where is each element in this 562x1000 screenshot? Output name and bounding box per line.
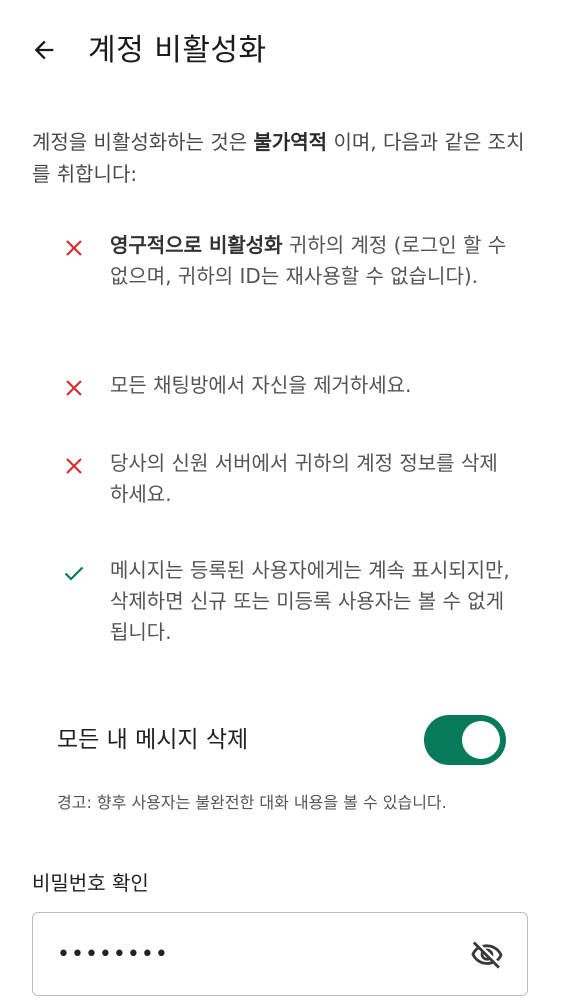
password-field (32, 912, 528, 996)
delete-messages-row: 모든 내 메시지 삭제 (0, 712, 562, 770)
top-app-bar: 계정 비활성화 (0, 0, 562, 104)
delete-messages-toggle[interactable] (424, 715, 506, 765)
consequence-text: 메시지는 등록된 사용자에게는 계속 표시되지만, 삭제하면 신규 또는 미등록… (110, 558, 510, 644)
password-visibility-toggle[interactable] (467, 935, 507, 975)
back-button[interactable] (24, 30, 64, 70)
delete-messages-label: 모든 내 메시지 삭제 (57, 727, 249, 753)
consequence-bold: 영구적으로 비활성화 (110, 233, 283, 257)
consequence-text: 영구적으로 비활성화 귀하의 계정 (로그인 할 수 없으며, 귀하의 ID는 … (110, 230, 510, 292)
x-icon (66, 240, 82, 256)
consequence-text: 모든 채팅방에서 자신을 제거하세요. (110, 373, 412, 397)
check-icon (64, 566, 84, 581)
eye-off-icon (471, 941, 503, 969)
warning-text: 경고: 향후 사용자는 불완전한 대화 내용을 볼 수 있습니다. (57, 793, 447, 812)
consequence-text: 당사의 신원 서버에서 귀하의 계정 정보를 삭제하세요. (110, 451, 498, 506)
arrow-left-icon (34, 40, 54, 60)
password-input[interactable] (55, 933, 439, 975)
intro-text: 계정을 비활성화하는 것은 불가역적 이며, 다음과 같은 조치를 취합니다: (32, 126, 532, 190)
password-label: 비밀번호 확인 (32, 871, 149, 895)
intro-part1: 계정을 비활성화하는 것은 (32, 130, 254, 154)
toggle-knob (462, 721, 500, 759)
intro-bold: 불가역적 (253, 130, 328, 154)
x-icon (66, 380, 82, 396)
x-icon (66, 458, 82, 474)
page-title: 계정 비활성화 (88, 33, 267, 68)
